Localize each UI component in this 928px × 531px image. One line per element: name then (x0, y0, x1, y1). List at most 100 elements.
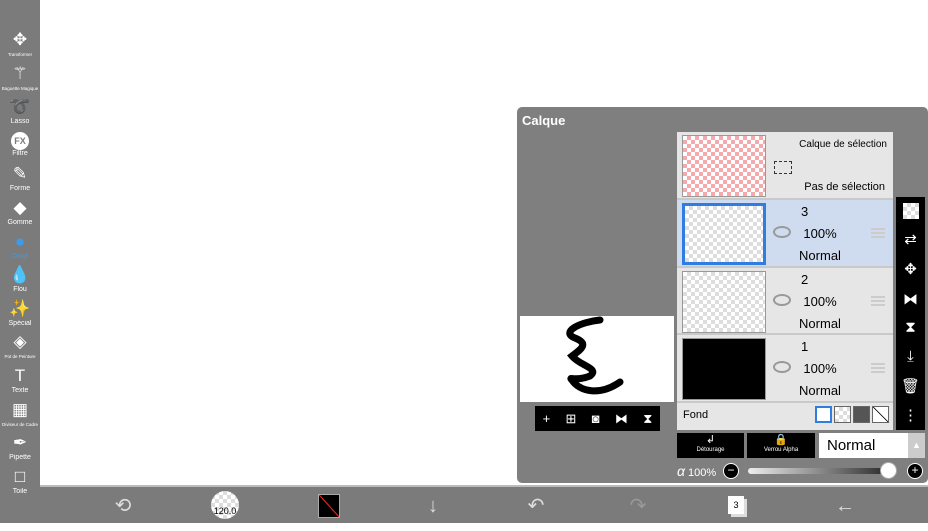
brush-size-button[interactable]: 120.0 (211, 491, 239, 519)
layers-count: 3 (733, 500, 739, 510)
layer-opacity: 100% (803, 293, 837, 309)
clipping-label: Détourage (696, 447, 725, 453)
lock-icon: 🔒 (774, 434, 788, 446)
tool-label: Transformer (7, 52, 33, 57)
alpha-symbol: α (677, 463, 685, 479)
flip-horizontal-icon[interactable]: ⧓ (615, 411, 628, 427)
move-arrows-icon: ✥ (12, 30, 28, 49)
preview-toolbar: + ⊞ ◙ ⧓ ⧗ (535, 406, 660, 431)
color-swatch-button[interactable] (318, 494, 340, 518)
background-row: Fond (677, 402, 893, 430)
trash-icon[interactable]: 🗑 (901, 377, 920, 395)
tool-eraser[interactable]: ◆ Gomme (0, 197, 40, 230)
tool-label: Filtre (12, 149, 28, 157)
checker-icon[interactable] (902, 202, 919, 219)
redo-icon[interactable]: ↷ (623, 493, 653, 519)
layer-row[interactable]: 1 100% Normal (677, 335, 893, 403)
drag-handle-icon[interactable] (871, 228, 885, 238)
tool-fx[interactable]: FX Filtre (0, 130, 40, 163)
tool-label: Flou (13, 286, 27, 294)
fx-icon: FX (11, 131, 29, 150)
drawing-preview (566, 316, 624, 395)
layer-blend-mode: Normal (799, 383, 841, 398)
opacity-slider-handle[interactable] (880, 462, 897, 479)
layer-row[interactable]: 3 100% Normal (677, 200, 893, 268)
blend-mode-arrow-icon[interactable]: ▲ (908, 433, 925, 458)
tool-label: Pot de Peinture (4, 354, 36, 360)
layer-opacity: 100% (803, 361, 837, 376)
canvas-icon: □ (14, 466, 26, 486)
tool-frame-divider[interactable]: ▦ Diviseur de Cadre (0, 399, 40, 432)
tool-canvas[interactable]: □ Toile (0, 466, 40, 499)
tool-label: Texte (11, 387, 29, 394)
layer-list: Calque de sélection Pas de sélection 3 1… (677, 132, 893, 430)
undo-icon[interactable]: ↶ (521, 493, 551, 519)
add-layer-copy-icon[interactable]: ⊞ (566, 411, 577, 427)
blend-mode-select[interactable]: Normal (819, 433, 908, 458)
bottom-toolbar: ⟲ 120.0 ↓ ↶ ↷ 3 ← (40, 485, 928, 523)
lasso-icon: ➰ (9, 97, 31, 117)
left-toolbar: ✥ Transformer ⚚ Baguette Magique ➰ Lasso FX Fil… (0, 0, 40, 523)
opacity-readout: α 100% (677, 462, 716, 482)
rotate-canvas-icon[interactable]: ⟲ (108, 493, 138, 519)
tool-eyedropper[interactable]: ✒ Pipette (0, 432, 40, 465)
background-dark-swatch[interactable] (853, 406, 870, 424)
back-arrow-icon[interactable]: ← (830, 493, 860, 519)
paint-bucket-icon: ◈ (13, 332, 27, 352)
selection-layer-row[interactable]: Calque de sélection Pas de sélection (677, 132, 893, 200)
layers-button[interactable]: 3 (728, 496, 744, 514)
selection-marquee-icon (774, 161, 792, 174)
tool-label: Gomme (7, 219, 33, 226)
frame-divider-icon: ▦ (11, 399, 29, 419)
alpha-lock-label: Verrou Alpha (763, 447, 799, 453)
tool-paint-bucket[interactable]: ◈ Pot de Peinture (0, 331, 40, 364)
opacity-slider[interactable] (748, 468, 894, 474)
flip-horizontal-icon[interactable]: ⧓ (903, 290, 918, 308)
layer-panel: Calque + ⊞ ◙ ⧓ ⧗ Calque de sélection Pas… (517, 107, 928, 483)
merge-down-icon[interactable]: ⤓ (907, 348, 914, 365)
background-white-swatch[interactable] (815, 406, 832, 424)
flip-vertical-icon[interactable]: ⧗ (905, 319, 916, 336)
clipping-arrow-icon: ↲ (705, 434, 716, 446)
more-icon[interactable]: ⋮ (903, 406, 918, 424)
background-label: Fond (683, 409, 709, 421)
drag-handle-icon[interactable] (871, 295, 885, 306)
swap-layer-icon[interactable]: ⇄ (904, 230, 917, 248)
tool-lasso[interactable]: ➰ Lasso (0, 96, 40, 129)
tool-label: Diviseur de Cadre (1, 421, 38, 427)
alpha-lock-button[interactable]: 🔒 Verrou Alpha (747, 433, 815, 458)
blur-drop-icon: 💧 (9, 265, 31, 285)
panel-title: Calque (522, 113, 566, 128)
background-transparent-swatch[interactable] (834, 406, 851, 424)
tool-brush[interactable]: ✎ Forme (0, 163, 40, 196)
opacity-value: 100% (688, 467, 717, 479)
background-none-swatch[interactable] (872, 406, 889, 424)
tool-blur-drop[interactable]: 💧 Flou (0, 264, 40, 297)
layer-number: 3 (801, 204, 809, 219)
tool-magic-wand[interactable]: ⚚ Baguette Magique (0, 63, 40, 96)
down-arrow-icon[interactable]: ↓ (418, 493, 448, 519)
tool-smudge[interactable]: ● Doigt (0, 231, 40, 264)
layer-blend-mode: Normal (799, 315, 841, 331)
layer-number: 2 (801, 271, 809, 287)
tool-label: Toile (12, 487, 28, 495)
brush-size-value: 120.0 (213, 506, 237, 516)
move-icon[interactable]: ✥ (904, 260, 917, 278)
clipping-button[interactable]: ↲ Détourage (677, 433, 744, 458)
tool-label: Spécial (8, 319, 32, 327)
layer-row[interactable]: 2 100% Normal (677, 268, 893, 335)
tool-move-arrows[interactable]: ✥ Transformer (0, 29, 40, 62)
add-layer-icon[interactable]: + (543, 411, 551, 426)
tool-special-wand[interactable]: ✨ Spécial (0, 298, 40, 331)
selection-thumbnail (682, 135, 766, 197)
tool-label: Pipette (9, 454, 31, 462)
layer-number: 1 (801, 339, 809, 354)
tool-label: Forme (9, 185, 31, 193)
camera-icon[interactable]: ◙ (592, 411, 600, 426)
opacity-decrease-button[interactable]: − (723, 463, 739, 479)
flip-vertical-icon[interactable]: ⧗ (643, 411, 652, 427)
special-wand-icon: ✨ (9, 298, 31, 318)
opacity-increase-button[interactable]: + (907, 463, 923, 479)
tool-text[interactable]: T Texte (0, 365, 40, 398)
drag-handle-icon[interactable] (871, 363, 885, 373)
